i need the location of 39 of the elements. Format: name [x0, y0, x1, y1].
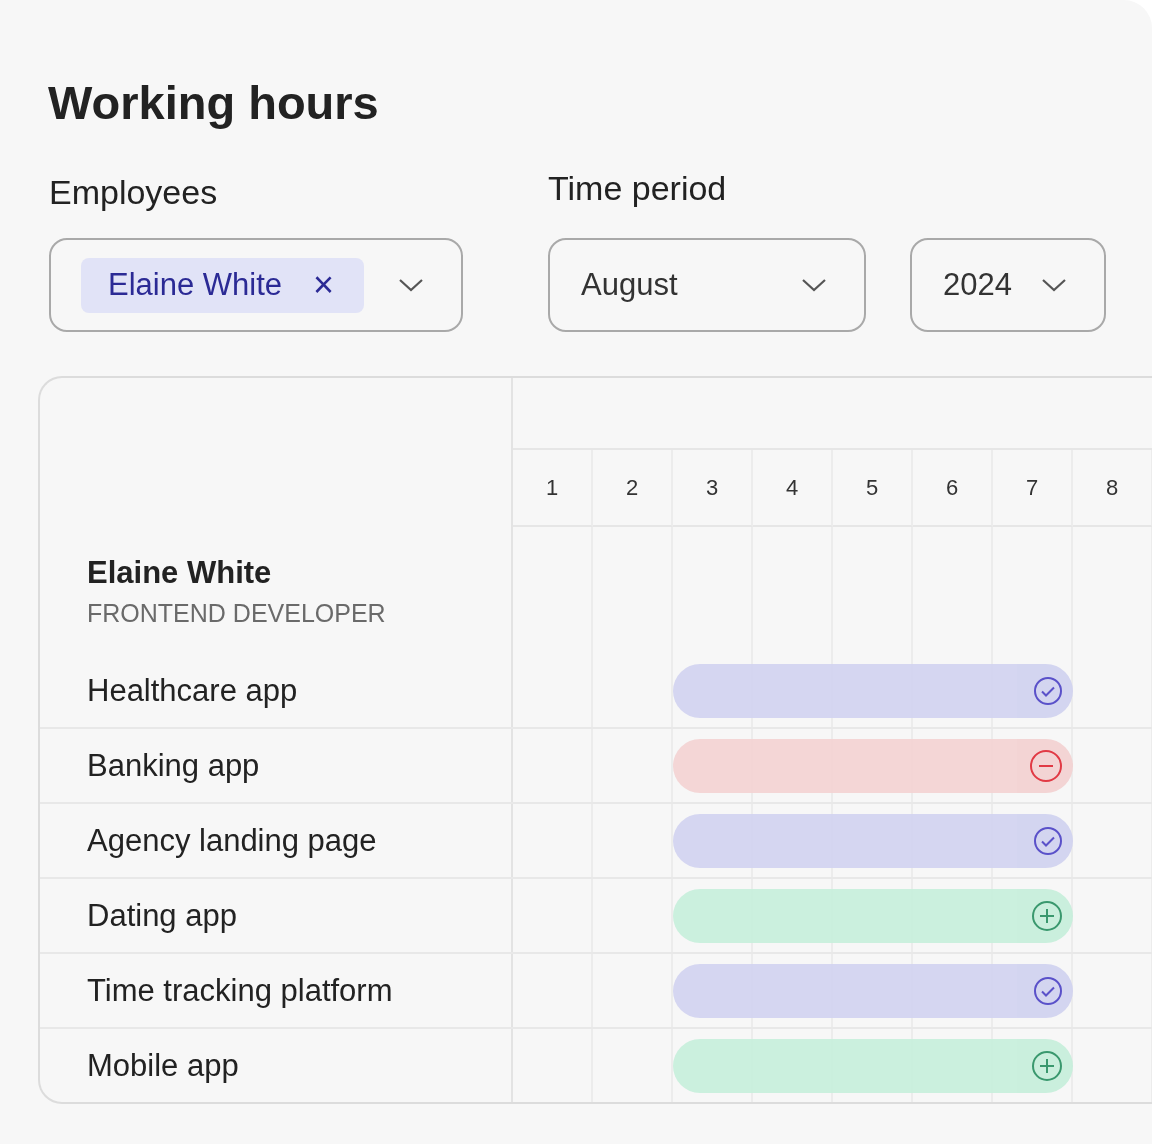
year-select[interactable]: 2024	[910, 238, 1106, 332]
check-circle-icon	[1033, 975, 1063, 1006]
day-number: 3	[705, 474, 719, 501]
schedule-bar[interactable]	[673, 738, 1073, 793]
page-title: Working hours	[48, 75, 380, 131]
project-name: Healthcare app	[87, 672, 298, 709]
check-circle-icon	[1033, 675, 1063, 706]
chevron-down-icon[interactable]	[398, 278, 424, 292]
schedule-bar[interactable]	[673, 963, 1073, 1018]
day-number: 7	[1025, 474, 1039, 501]
employees-select[interactable]: Elaine White ×	[49, 238, 463, 332]
plus-circle-icon	[1031, 899, 1063, 932]
project-name: Banking app	[87, 747, 260, 784]
day-number: 5	[865, 474, 879, 501]
day-number: 1	[545, 474, 559, 501]
day-number: 6	[945, 474, 959, 501]
employee-name: Elaine White	[87, 555, 273, 591]
project-name: Agency landing page	[87, 822, 377, 859]
project-name: Time tracking platform	[87, 972, 393, 1009]
day-number: 8	[1105, 474, 1119, 501]
schedule-bar[interactable]	[673, 1038, 1073, 1093]
chevron-down-icon	[1041, 278, 1067, 292]
project-name: Dating app	[87, 897, 237, 934]
chevron-down-icon	[801, 278, 827, 292]
minus-circle-icon	[1029, 748, 1063, 783]
day-number: 2	[625, 474, 639, 501]
plus-circle-icon	[1031, 1049, 1063, 1082]
day-number: 4	[785, 474, 799, 501]
check-circle-icon	[1033, 825, 1063, 856]
employee-role: FRONTEND DEVELOPER	[87, 599, 387, 628]
month-select[interactable]: August	[548, 238, 866, 332]
project-name: Mobile app	[87, 1047, 239, 1084]
schedule-bar[interactable]	[673, 663, 1073, 718]
field-label: Employees	[49, 172, 219, 212]
remove-button[interactable]: ×	[312, 267, 334, 303]
schedule-bar[interactable]	[673, 813, 1073, 868]
field-label: Time period	[548, 168, 728, 208]
schedule-bar[interactable]	[673, 888, 1073, 943]
chip-label: Elaine White	[108, 267, 283, 303]
